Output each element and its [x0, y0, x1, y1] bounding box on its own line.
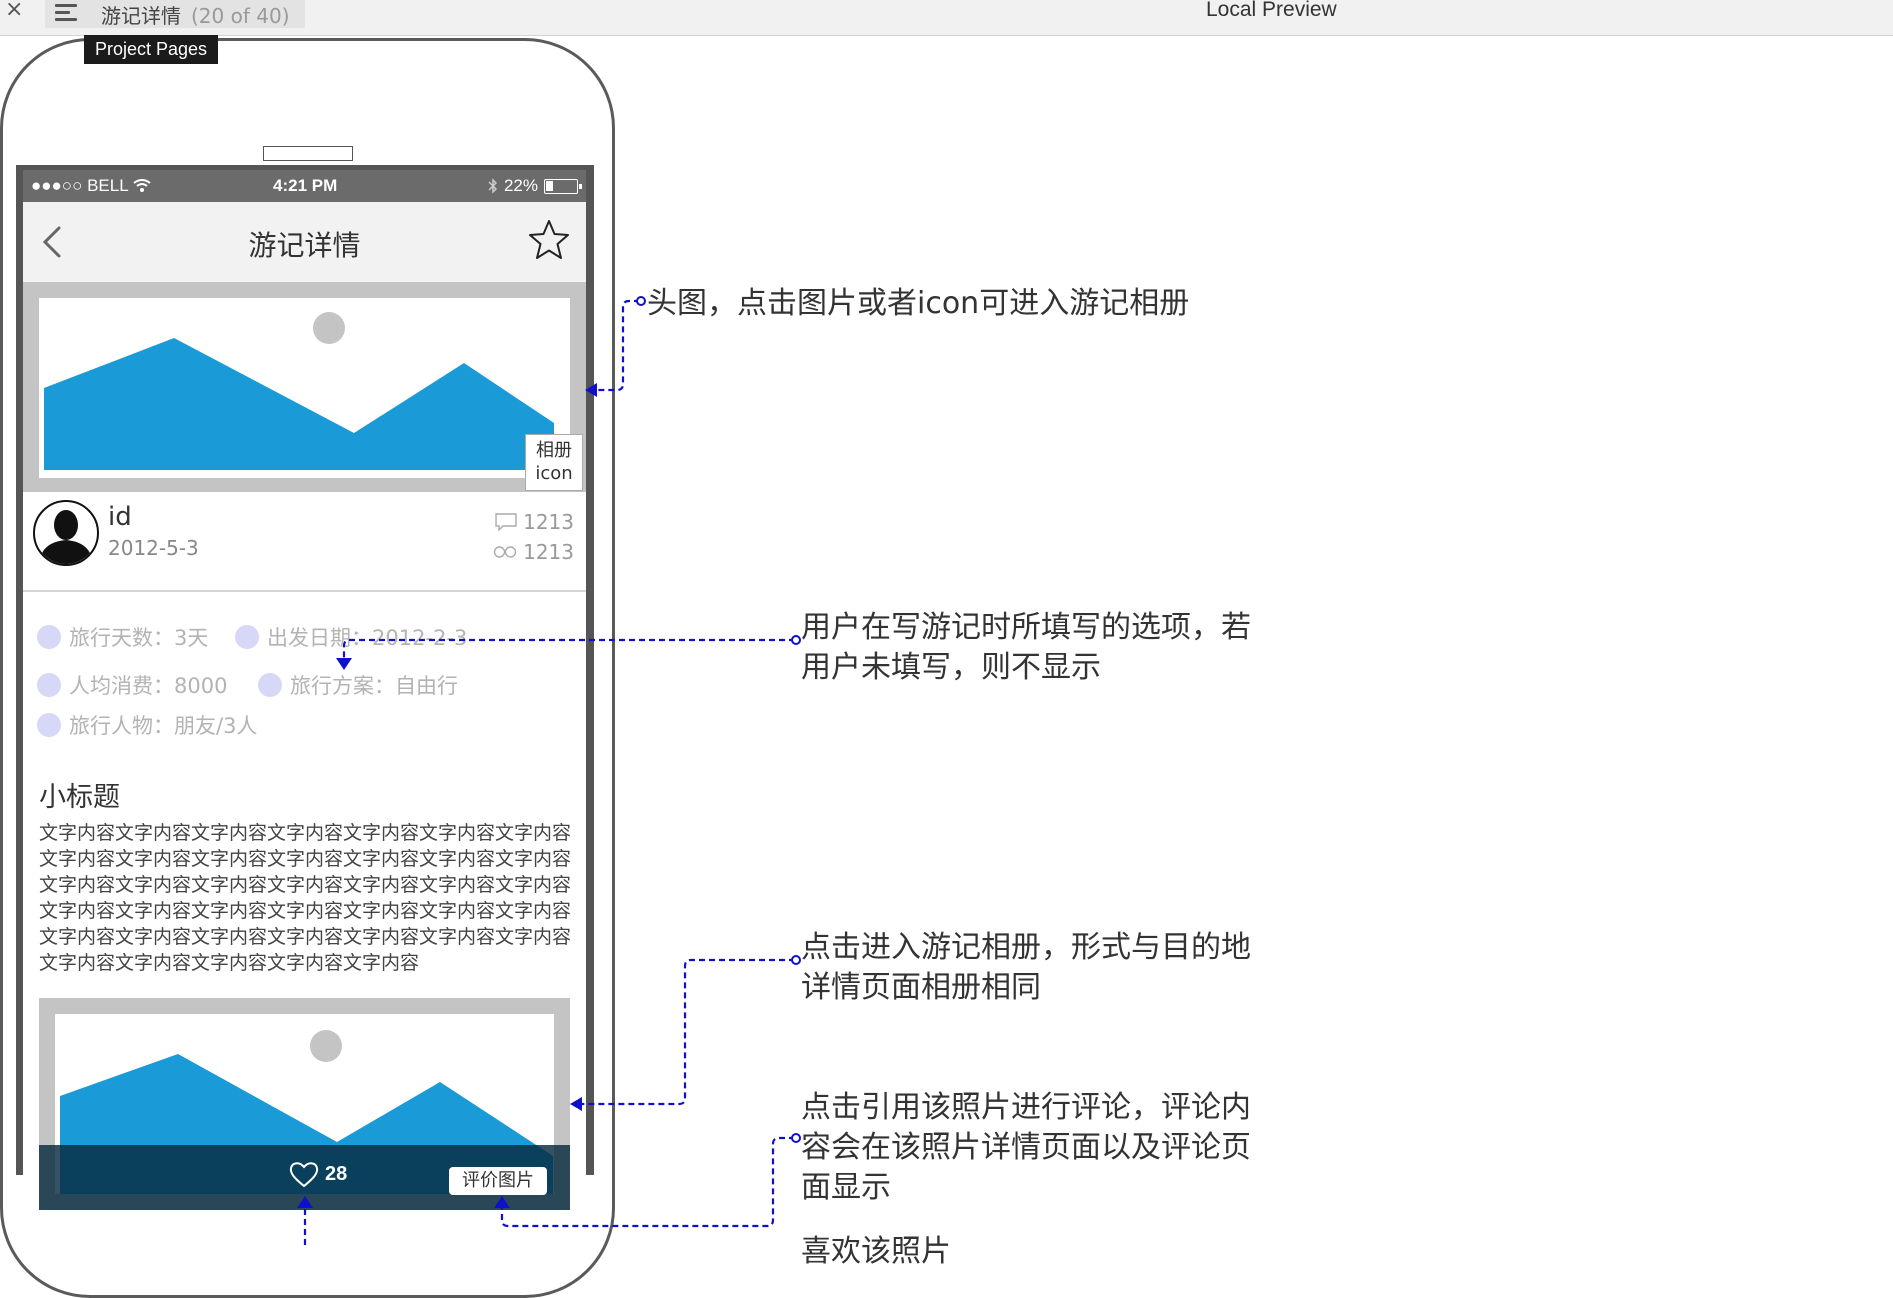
page-selector[interactable]: 游记详情 (20 of 40) — [45, 0, 305, 28]
like-button[interactable]: 28 — [289, 1161, 347, 1188]
annotation-line: 详情页面相册相同 — [801, 970, 1041, 1005]
page-count: (20 of 40) — [191, 4, 290, 28]
user-silhouette-icon — [39, 510, 93, 564]
author-row: id 2012-5-3 1213 1213 — [23, 492, 586, 592]
comment-photo-button[interactable]: 评价图片 — [449, 1167, 547, 1195]
menu-icon[interactable] — [55, 4, 77, 22]
info-people-label: 旅行人物：朋友/3人 — [69, 714, 258, 738]
status-bar: ●●●○○ BELL 4:21 PM 22% — [23, 170, 586, 202]
battery-percent: 22% — [503, 176, 538, 195]
project-pages-tooltip: Project Pages — [84, 35, 219, 64]
info-plan-label: 旅行方案：自由行 — [290, 674, 458, 698]
phone-screen: ●●●○○ BELL 4:21 PM 22% 游记详情 相册 icon id 2… — [23, 170, 586, 1250]
post-date: 2012-5-3 — [108, 536, 199, 560]
avatar[interactable] — [33, 500, 99, 566]
clock: 4:21 PM — [273, 176, 338, 195]
section-subtitle: 小标题 — [39, 782, 120, 813]
info-cost-label: 人均消费：8000 — [69, 674, 228, 698]
page-name-label: 游记详情 — [101, 4, 181, 28]
view-count-value: 1213 — [523, 540, 574, 564]
info-days-label: 旅行天数：3天 — [69, 626, 209, 650]
comment-count-value: 1213 — [523, 510, 574, 534]
heart-icon — [289, 1162, 319, 1188]
header-image[interactable]: 相册 icon — [23, 282, 586, 492]
nav-bar: 游记详情 — [23, 202, 586, 282]
annotation-line: 容会在该照片详情页面以及评论页 — [801, 1130, 1251, 1165]
info-people: 旅行人物：朋友/3人 — [37, 710, 257, 740]
album-label: 相册 — [536, 440, 572, 461]
carrier-label: ●●●○○ BELL — [31, 176, 129, 195]
carrier: ●●●○○ BELL — [31, 176, 151, 196]
comment-icon — [495, 513, 517, 531]
page-title: 游记详情 — [248, 229, 361, 262]
info-dot — [37, 625, 61, 649]
annotation-line: 面显示 — [801, 1170, 891, 1205]
preview-title: Local Preview — [1206, 0, 1337, 21]
phone-speaker — [263, 146, 353, 161]
annotation-comment-photo: 点击引用该照片进行评论，评论内 容会在该照片详情页面以及评论页 面显示 — [801, 1088, 1251, 1208]
status-right: 22% — [488, 176, 582, 196]
info-days: 旅行天数：3天 — [37, 622, 208, 652]
annotation-album: 点击进入游记相册，形式与目的地 详情页面相册相同 — [801, 928, 1251, 1008]
photo-action-bar: 28 评价图片 — [39, 1145, 570, 1210]
battery-icon — [544, 178, 582, 194]
header-image-placeholder — [39, 298, 570, 478]
comment-count: 1213 — [495, 510, 574, 534]
annotation-like-photo: 喜欢该照片 — [801, 1234, 951, 1269]
info-dot — [37, 713, 61, 737]
annotation-line: 点击进入游记相册，形式与目的地 — [801, 930, 1251, 965]
annotation-line: 点击引用该照片进行评论，评论内 — [801, 1090, 1251, 1125]
info-plan: 旅行方案：自由行 — [258, 670, 458, 700]
page-name: 游记详情 (20 of 40) — [101, 0, 290, 29]
body-text: 文字内容文字内容文字内容文字内容文字内容文字内容文字内容文字内容文字内容文字内容… — [39, 822, 572, 974]
bluetooth-icon — [488, 178, 498, 194]
info-dot — [258, 673, 282, 697]
landscape-image — [44, 312, 554, 470]
annotation-header-image: 头图，点击图片或者icon可进入游记相册 — [647, 286, 1190, 321]
preview-toolbar: × 游记详情 (20 of 40) Local Preview — [0, 0, 1893, 36]
album-icon-button[interactable]: 相册 icon — [525, 434, 583, 491]
info-dot — [37, 673, 61, 697]
info-depart-label: 出发日期：2012-2-3 — [267, 626, 468, 650]
star-icon[interactable] — [527, 218, 571, 262]
album-label-icon: icon — [535, 463, 573, 484]
views-icon — [493, 546, 517, 558]
info-dot — [235, 625, 259, 649]
annotation-line: 用户未填写，则不显示 — [801, 650, 1101, 685]
view-count: 1213 — [493, 540, 574, 564]
annotation-line: 用户在写游记时所填写的选项，若 — [801, 610, 1251, 645]
author-id[interactable]: id — [108, 502, 132, 532]
info-depart-date: 出发日期：2012-2-3 — [235, 622, 467, 652]
info-cost: 人均消费：8000 — [37, 670, 227, 700]
annotation-optional-fields: 用户在写游记时所填写的选项，若 用户未填写，则不显示 — [801, 608, 1251, 688]
content-photo[interactable]: 28 评价图片 — [39, 998, 570, 1210]
close-icon[interactable]: × — [5, 0, 23, 22]
like-count: 28 — [325, 1163, 348, 1185]
wifi-icon — [133, 179, 151, 192]
